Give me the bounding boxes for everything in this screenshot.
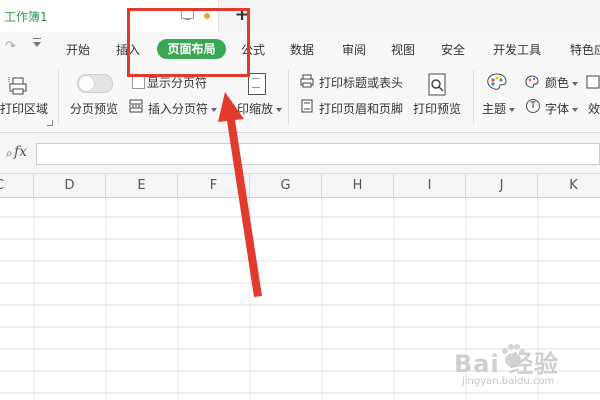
column-header-row: C D E F G H I J K <box>0 174 600 198</box>
chevron-down-icon <box>211 107 218 112</box>
column-header[interactable]: C <box>0 174 34 197</box>
insert-page-break-button[interactable]: 插入分页符 <box>148 100 218 117</box>
print-area-label[interactable]: 打印区域 <box>0 100 48 117</box>
ribbon-divider <box>473 70 474 124</box>
print-scale-label: 印缩放 <box>237 102 274 116</box>
tab-view[interactable]: 视图 <box>391 41 415 58</box>
column-header[interactable]: I <box>394 174 466 197</box>
ribbon-divider <box>58 70 59 124</box>
chevron-down-icon <box>572 107 579 112</box>
print-header-footer-label[interactable]: 打印页眉和页脚 <box>319 100 403 117</box>
column-header[interactable]: G <box>250 174 322 197</box>
column-header[interactable]: D <box>34 174 106 197</box>
toggle-knob <box>79 76 94 91</box>
column-header[interactable]: F <box>178 174 250 197</box>
print-scale-icon[interactable] <box>248 73 266 95</box>
page-break-preview-toggle[interactable] <box>77 74 113 93</box>
colors-label: 颜色 <box>545 76 570 90</box>
tab-data[interactable]: 数据 <box>290 41 314 58</box>
column-header[interactable]: K <box>538 174 600 197</box>
fonts-button[interactable]: 字体 <box>545 100 579 117</box>
print-titles-label[interactable]: 打印标题或表头 <box>319 74 403 91</box>
title-bar: 工作簿1 + <box>0 0 600 33</box>
show-page-breaks-checkbox[interactable] <box>132 76 145 89</box>
fx-icon[interactable]: fx <box>14 144 27 160</box>
tab-review[interactable]: 审阅 <box>342 41 366 58</box>
theme-button[interactable]: 主题 <box>482 100 516 117</box>
fonts-label: 字体 <box>545 102 570 116</box>
watermark-brand: Bai 经验 <box>454 350 560 378</box>
effects-label[interactable]: 效 <box>588 100 600 117</box>
tab-home[interactable]: 开始 <box>66 41 90 58</box>
formula-input[interactable] <box>36 143 600 165</box>
print-header-footer-icon[interactable] <box>300 99 314 113</box>
highlight-box <box>127 8 250 77</box>
effects-icon[interactable] <box>586 75 600 89</box>
workbook-name: 工作簿1 <box>4 10 48 24</box>
chevron-down-icon <box>572 81 579 86</box>
column-header[interactable]: H <box>322 174 394 197</box>
insert-page-break-label: 插入分页符 <box>148 102 209 116</box>
theme-palette-icon[interactable] <box>486 72 508 92</box>
ribbon-divider <box>288 70 289 124</box>
column-header[interactable]: J <box>466 174 538 197</box>
print-titles-icon[interactable] <box>300 74 314 88</box>
page-break-preview-label[interactable]: 分页预览 <box>70 100 118 117</box>
print-preview-icon[interactable] <box>426 73 448 97</box>
insert-page-break-icon[interactable] <box>129 99 143 113</box>
theme-label: 主题 <box>482 102 507 116</box>
colors-button[interactable]: 颜色 <box>545 74 579 91</box>
column-header[interactable]: E <box>106 174 178 197</box>
watermark-url: jingyan.baidu.com <box>462 376 555 387</box>
print-area-icon[interactable] <box>8 76 28 96</box>
print-scale-button[interactable]: 印缩放 <box>237 100 283 117</box>
tab-developer[interactable]: 开发工具 <box>493 41 541 58</box>
chevron-down-icon <box>276 107 283 112</box>
group-launcher-icon[interactable] <box>47 120 53 126</box>
tab-special[interactable]: 特色应 <box>570 41 600 58</box>
print-preview-label[interactable]: 打印预览 <box>413 100 461 117</box>
zoom-icon[interactable]: ⌕ <box>6 146 13 161</box>
chevron-down-icon <box>509 107 516 112</box>
redo-icon[interactable]: ↷ <box>5 39 16 54</box>
tab-security[interactable]: 安全 <box>441 41 465 58</box>
color-palette-icon[interactable] <box>525 75 539 89</box>
quick-access-dropdown-icon[interactable] <box>33 38 41 47</box>
theme-font-icon[interactable]: T <box>526 99 540 113</box>
